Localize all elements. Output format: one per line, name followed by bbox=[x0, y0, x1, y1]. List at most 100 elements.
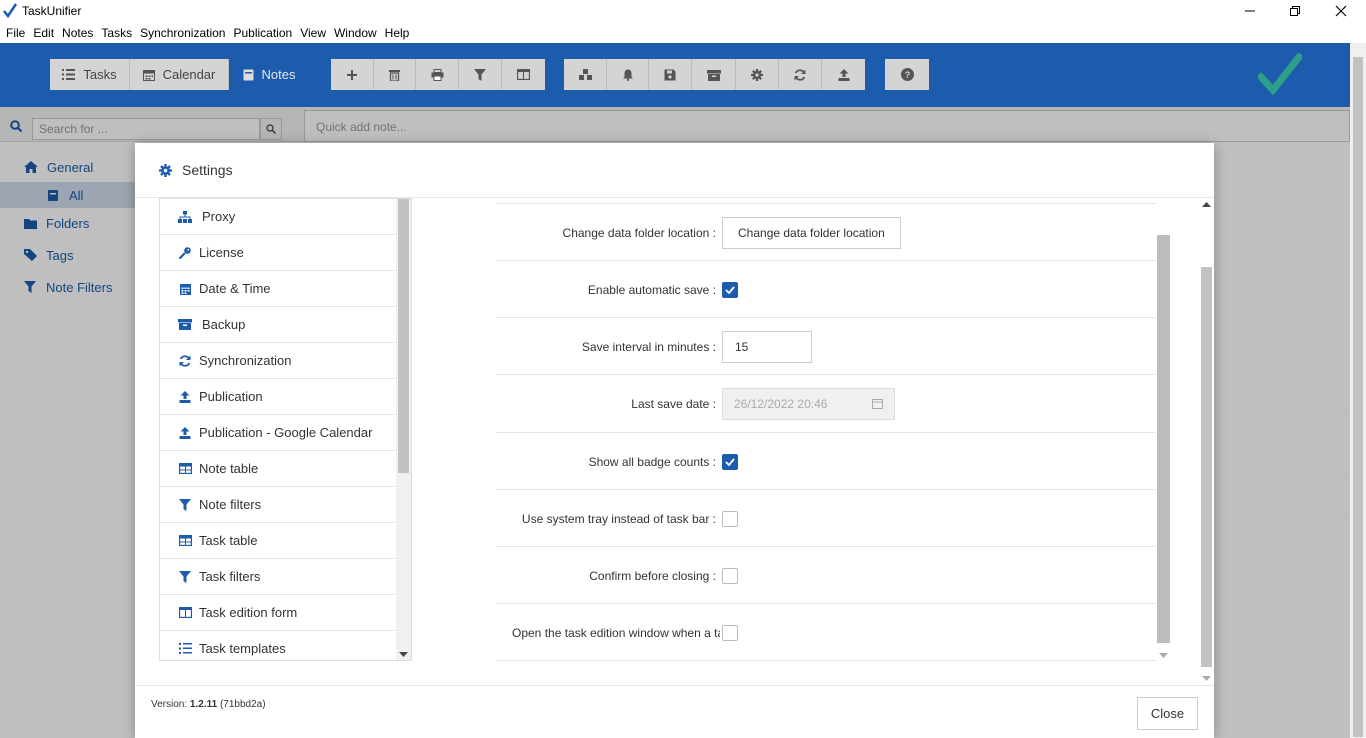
calendar-icon bbox=[142, 69, 155, 81]
system-tray-checkbox[interactable] bbox=[722, 510, 738, 527]
checkmark-icon bbox=[725, 285, 735, 294]
menu-tasks[interactable]: Tasks bbox=[97, 26, 136, 40]
page-scrollbar[interactable] bbox=[1350, 43, 1366, 738]
last-save-date-input: 26/12/2022 20:46 bbox=[722, 387, 895, 420]
chevron-down-icon[interactable] bbox=[1202, 676, 1211, 682]
menu-view[interactable]: View bbox=[296, 26, 330, 40]
change-data-folder-button[interactable]: Change data folder location bbox=[722, 216, 901, 249]
open-edition-label: Open the task edition window when a ta bbox=[512, 625, 720, 640]
chevron-down-icon[interactable] bbox=[1159, 653, 1168, 659]
filter-button[interactable] bbox=[459, 59, 502, 90]
settings-row-system-tray: Use system tray instead of task bar : bbox=[496, 490, 1156, 547]
app-check-icon bbox=[3, 3, 18, 19]
settings-row-last-save: Last save date : 26/12/2022 20:46 bbox=[496, 375, 1156, 433]
bell-icon bbox=[622, 69, 633, 81]
tasks-view-button[interactable]: Tasks bbox=[50, 59, 130, 90]
minimize-button[interactable] bbox=[1227, 0, 1273, 22]
delete-button[interactable] bbox=[374, 59, 416, 90]
category-label: Task table bbox=[199, 533, 258, 548]
category-date-time[interactable]: Date & Time bbox=[160, 271, 395, 307]
settings-row-open-edition: Open the task edition window when a ta bbox=[496, 604, 1156, 661]
open-edition-checkbox[interactable] bbox=[722, 624, 738, 641]
data-folder-label: Change data folder location : bbox=[562, 225, 716, 240]
category-synchronization[interactable]: Synchronization bbox=[160, 343, 395, 379]
badge-counts-checkbox[interactable] bbox=[722, 453, 738, 470]
auto-save-checkbox[interactable] bbox=[722, 281, 738, 298]
question-icon: ? bbox=[900, 68, 914, 81]
upload-icon bbox=[179, 426, 191, 439]
category-note-filters[interactable]: Note filters bbox=[160, 487, 395, 523]
key-icon bbox=[179, 246, 191, 259]
background-divider bbox=[1214, 411, 1350, 412]
category-license[interactable]: License bbox=[160, 235, 395, 271]
save-button[interactable] bbox=[649, 59, 692, 90]
close-button[interactable]: Close bbox=[1137, 697, 1198, 730]
settings-pane-scrollbar[interactable] bbox=[1156, 199, 1171, 662]
menu-edit[interactable]: Edit bbox=[29, 26, 58, 40]
upload-icon bbox=[179, 390, 191, 403]
category-proxy[interactable]: Proxy bbox=[160, 199, 395, 235]
menu-window[interactable]: Window bbox=[330, 26, 381, 40]
help-button[interactable]: ? bbox=[885, 59, 929, 90]
publish-button[interactable] bbox=[822, 59, 865, 90]
restore-button[interactable] bbox=[1272, 0, 1318, 22]
category-task-templates[interactable]: Task templates bbox=[160, 631, 395, 660]
menu-synchronization[interactable]: Synchronization bbox=[136, 26, 229, 40]
confirm-close-label: Confirm before closing : bbox=[589, 568, 716, 583]
dialog-scrollbar[interactable] bbox=[1199, 199, 1214, 685]
category-task-edition-form[interactable]: Task edition form bbox=[160, 595, 395, 631]
category-label: Task edition form bbox=[199, 605, 298, 620]
settings-header: Settings bbox=[135, 143, 1214, 198]
note-icon bbox=[243, 69, 254, 80]
confirm-close-checkbox[interactable] bbox=[722, 567, 738, 584]
chevron-down-icon[interactable] bbox=[399, 652, 408, 658]
settings-button[interactable] bbox=[736, 59, 779, 90]
version-info: Version: 1.2.11 (71bbd2a) bbox=[151, 699, 266, 710]
category-label: Publication - Google Calendar bbox=[199, 425, 373, 440]
gear-icon bbox=[751, 68, 763, 81]
system-tray-label: Use system tray instead of task bar : bbox=[521, 511, 716, 526]
list-icon bbox=[62, 69, 76, 80]
reminder-button[interactable] bbox=[607, 59, 649, 90]
notes-view-button[interactable]: Notes bbox=[229, 59, 309, 90]
plus-icon bbox=[347, 69, 357, 80]
svg-text:?: ? bbox=[904, 70, 910, 80]
category-task-filters[interactable]: Task filters bbox=[160, 559, 395, 595]
category-scrollbar[interactable] bbox=[396, 199, 411, 660]
filter-icon bbox=[179, 498, 191, 511]
edit-tools bbox=[331, 59, 545, 90]
chevron-up-icon[interactable] bbox=[1202, 202, 1211, 208]
category-task-table[interactable]: Task table bbox=[160, 523, 395, 559]
tasks-view-label: Tasks bbox=[83, 67, 117, 82]
help-tools: ? bbox=[885, 59, 929, 90]
category-publication[interactable]: Publication bbox=[160, 379, 395, 415]
settings-row-auto-save: Enable automatic save : bbox=[496, 261, 1156, 318]
settings-footer: Version: 1.2.11 (71bbd2a) Close bbox=[135, 685, 1214, 738]
settings-general-pane: Change data folder location : Change dat… bbox=[496, 199, 1156, 664]
close-window-button[interactable] bbox=[1318, 0, 1364, 22]
network-button[interactable] bbox=[564, 59, 607, 90]
backup-button[interactable] bbox=[692, 59, 736, 90]
settings-row-data-folder: Change data folder location : Change dat… bbox=[496, 204, 1156, 261]
menu-help[interactable]: Help bbox=[381, 26, 414, 40]
save-interval-label: Save interval in minutes : bbox=[581, 339, 716, 354]
category-note-table[interactable]: Note table bbox=[160, 451, 395, 487]
category-backup[interactable]: Backup bbox=[160, 307, 395, 343]
menu-notes[interactable]: Notes bbox=[58, 26, 97, 40]
add-button[interactable] bbox=[331, 59, 374, 90]
view-switcher: Tasks Calendar Notes bbox=[50, 59, 309, 90]
category-publication-google-calendar[interactable]: Publication - Google Calendar bbox=[160, 415, 395, 451]
sync-button[interactable] bbox=[779, 59, 822, 90]
calendar-view-button[interactable]: Calendar bbox=[130, 59, 229, 90]
print-button[interactable] bbox=[416, 59, 459, 90]
menu-publication[interactable]: Publication bbox=[229, 26, 296, 40]
badge-counts-label: Show all badge counts : bbox=[588, 454, 716, 469]
menu-file[interactable]: File bbox=[2, 26, 29, 40]
settings-row-save-interval: Save interval in minutes : 15 bbox=[496, 318, 1156, 375]
checkmark-icon bbox=[725, 457, 735, 466]
category-label: Task templates bbox=[199, 641, 286, 656]
category-label: Task filters bbox=[199, 569, 261, 584]
columns-button[interactable] bbox=[502, 59, 545, 90]
background-divider bbox=[1214, 475, 1350, 476]
save-interval-input[interactable]: 15 bbox=[722, 330, 812, 363]
